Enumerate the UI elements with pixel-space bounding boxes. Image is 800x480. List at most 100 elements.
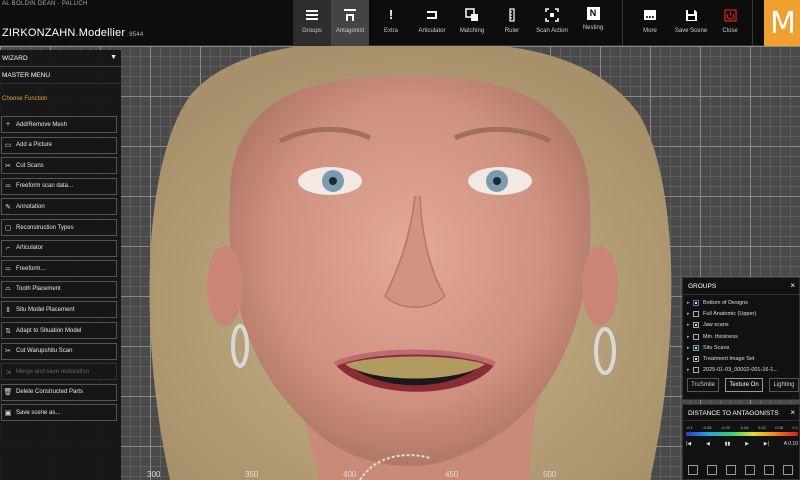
view-toggle-square[interactable] [726, 465, 736, 475]
expand-arrow-icon[interactable]: ▸ [687, 356, 692, 362]
close-icon[interactable]: × [790, 408, 795, 417]
function-button[interactable]: ✂ Cut Scans [1, 157, 117, 175]
close-button[interactable]: Close [711, 0, 749, 46]
expand-arrow-icon[interactable]: ▸ [687, 345, 692, 351]
view-toggle-square[interactable] [783, 465, 793, 475]
scale-tick-label: -0.02 [720, 425, 730, 430]
color-scale-labels: -0.1 -0.08 -0.02 -0.04 0.02 0.08 0.1 [686, 425, 798, 430]
view-toggle-square[interactable] [764, 465, 774, 475]
expand-arrow-icon[interactable]: ▸ [687, 300, 692, 306]
ruler-icon [504, 7, 520, 23]
groups-panel-header: GROUPS × [683, 278, 799, 295]
group-visibility-checkbox[interactable] [693, 333, 699, 340]
ruler-tick-label: 350 [245, 470, 259, 479]
save-icon [683, 7, 699, 23]
group-visibility-checkbox[interactable] [693, 356, 699, 362]
app-window: AL BOLDIN DEAN · PALUCH ZIRKONZAHN.Model… [0, 0, 800, 480]
wizard-dropdown[interactable]: WIZARD ▼ [0, 50, 121, 67]
group-visibility-checkbox[interactable] [693, 311, 699, 318]
groups-tool-label: Groups [302, 28, 322, 34]
group-visibility-checkbox[interactable] [693, 344, 699, 351]
view-toggle-square[interactable] [688, 465, 698, 475]
function-label: Cut Warupshitu Scan [16, 348, 73, 355]
function-button[interactable]: + Add/Remove Mesh [1, 116, 117, 133]
master-menu-header[interactable]: MASTER MENU [0, 67, 121, 84]
texture-on-button[interactable]: Texture On [725, 378, 763, 392]
articulator-tool-button[interactable]: Articulator [413, 0, 451, 46]
distance-color-bar [686, 432, 798, 436]
antagonist-icon [342, 7, 358, 23]
expand-arrow-icon[interactable]: ▸ [687, 334, 692, 340]
function-icon: ⇕ [5, 306, 11, 314]
group-list-item[interactable]: ▸ Treatment Image Set [687, 354, 754, 364]
distance-to-antagonists-panel: DISTANCE TO ANTAGONISTS × -0.1 -0.08 -0.02… [682, 404, 800, 480]
function-button[interactable]: ⌓ Freeform scan data... [1, 177, 117, 195]
function-icon: ⇅ [5, 327, 11, 335]
patient-face-photo [149, 46, 672, 480]
function-button[interactable]: ▣ Save scene as... [1, 404, 117, 422]
view-toggle-square[interactable] [745, 465, 755, 475]
distance-control[interactable]: ▶| [764, 441, 769, 447]
close-icon[interactable]: × [790, 281, 795, 290]
distance-control[interactable]: ▮▮ [725, 441, 731, 447]
function-label: Tooth Placement [16, 286, 61, 293]
function-icon: ▣ [4, 409, 12, 417]
expand-arrow-icon[interactable]: ▸ [687, 311, 692, 317]
function-button[interactable]: 🗑 Delete Constructed Parts [1, 383, 117, 401]
function-icon: ✎ [5, 203, 11, 211]
scan-action-tool-button[interactable]: Scan Action [533, 0, 571, 46]
group-label: Bottom of Designs [703, 300, 748, 306]
ruler-tool-button[interactable]: Ruler [493, 0, 531, 46]
group-list-item[interactable]: ▸ Full Anatomic (Upper) [687, 309, 756, 319]
expand-arrow-icon[interactable]: ▸ [687, 322, 692, 328]
distance-control[interactable]: A 0.10 [784, 441, 798, 447]
nesting-icon: N [586, 7, 600, 20]
groups-tool-button[interactable]: Groups [293, 0, 331, 46]
distance-control[interactable]: ▶ [745, 441, 749, 447]
group-visibility-checkbox[interactable] [693, 322, 699, 329]
wizard-label: WIZARD [2, 55, 28, 62]
more-label: More [643, 28, 657, 34]
group-list-item[interactable]: ▸ 2025-01-03_00002-001-16-1... [687, 365, 778, 375]
lighting-button[interactable]: Lighting [769, 378, 799, 392]
save-scene-label: Save Scene [674, 28, 708, 34]
view-toggle-square[interactable] [707, 465, 717, 475]
scale-tick-label: -0.1 [686, 425, 693, 430]
group-visibility-checkbox[interactable] [693, 300, 699, 306]
nesting-tool-button[interactable]: N Nesting [574, 0, 612, 46]
group-label: Full Anatomic (Upper) [703, 311, 757, 318]
extra-tool-button[interactable]: ! Extra [372, 0, 410, 46]
function-button[interactable]: ▢ Reconstruction Types [1, 219, 117, 236]
scale-tick-label: 0.08 [775, 425, 783, 430]
function-button[interactable]: ⌓ Tooth Placement [1, 280, 117, 298]
function-button[interactable]: ▭ Add a Picture [1, 136, 117, 154]
group-visibility-checkbox[interactable] [693, 367, 699, 374]
antagonist-tool-button[interactable]: Antagonist [331, 0, 369, 46]
more-icon [642, 7, 658, 23]
more-button[interactable]: More [631, 0, 669, 46]
function-icon: + [5, 121, 11, 128]
ruler-tick-label: 500 [543, 470, 557, 479]
function-button[interactable]: ✎ Annotation [1, 198, 117, 216]
function-button[interactable]: ⌓ Freeform... [1, 260, 117, 278]
group-list-item[interactable]: ▸ Min. thickness [687, 332, 738, 342]
distance-control[interactable]: ◀ [706, 441, 710, 447]
function-button[interactable]: ✂ Cut Warupshitu Scan [1, 342, 117, 360]
trusmile-button[interactable]: TruSmile [687, 378, 719, 392]
group-list-item[interactable]: ▸ Situ Scans [687, 343, 729, 353]
function-icon: 🗑 [3, 389, 13, 397]
function-label: Delete Constructed Parts [16, 389, 84, 396]
expand-arrow-icon[interactable]: ▸ [687, 367, 692, 373]
group-list-item[interactable]: ▸ Bottom of Designs [687, 298, 748, 308]
group-list-item[interactable]: ▸ Jaw scans [687, 320, 729, 330]
save-scene-button[interactable]: Save Scene [672, 0, 710, 46]
function-button[interactable]: ⌐ Articulator [1, 239, 117, 257]
function-label: Articulator [16, 245, 44, 252]
distance-control[interactable]: |◀ [686, 441, 691, 447]
function-button[interactable]: ⇕ Situ Model Placement [1, 301, 117, 319]
menu-lines-icon [304, 7, 320, 23]
function-label: Situ Model Placement [16, 306, 75, 313]
matching-tool-button[interactable]: Matching [453, 0, 491, 46]
function-button[interactable]: ⇅ Adapt to Situation Model [1, 322, 117, 339]
group-label: 2025-01-03_00002-001-16-1... [703, 367, 778, 374]
